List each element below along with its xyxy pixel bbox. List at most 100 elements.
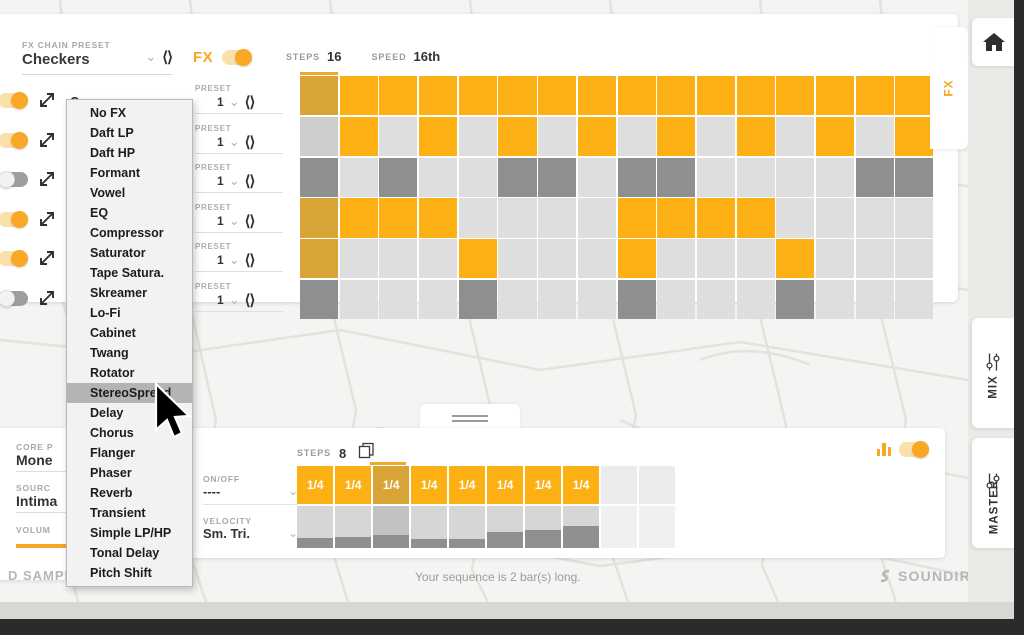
fx-tab[interactable]: FX — [930, 27, 968, 149]
grid-cell[interactable] — [340, 280, 378, 319]
seq-step-cell[interactable]: 1/4 — [563, 466, 599, 504]
prev-next-arrows[interactable]: ⟨⟩ — [245, 172, 255, 190]
velocity-cell[interactable] — [525, 506, 561, 548]
grid-cell[interactable] — [618, 239, 656, 278]
grid-cell[interactable] — [340, 198, 378, 237]
dropdown-item[interactable]: Tonal Delay — [67, 543, 192, 563]
dropdown-item[interactable]: Pitch Shift — [67, 563, 192, 583]
speed-value[interactable]: 16th — [414, 49, 441, 64]
grid-cell[interactable] — [737, 158, 775, 197]
home-button[interactable] — [972, 18, 1016, 66]
grid-cell[interactable] — [300, 158, 338, 197]
dropdown-item[interactable]: Simple LP/HP — [67, 523, 192, 543]
grid-cell[interactable] — [459, 198, 497, 237]
grid-cell[interactable] — [657, 239, 695, 278]
grid-cell[interactable] — [856, 239, 894, 278]
dropdown-item[interactable]: Formant — [67, 163, 192, 183]
fx-channel-toggle[interactable] — [0, 212, 28, 227]
grid-cell[interactable] — [379, 158, 417, 197]
dropdown-item[interactable]: No FX — [67, 103, 192, 123]
steps-value[interactable]: 16 — [327, 49, 341, 64]
grid-cell[interactable] — [776, 198, 814, 237]
grid-cell[interactable] — [737, 76, 775, 115]
grid-cell[interactable] — [697, 117, 735, 156]
seq-step-cell-empty[interactable] — [639, 466, 675, 504]
velocity-cell[interactable] — [373, 506, 409, 548]
grid-cell[interactable] — [697, 76, 735, 115]
velocity-cell[interactable] — [335, 506, 371, 548]
grid-cell[interactable] — [379, 239, 417, 278]
expand-icon[interactable] — [38, 210, 56, 228]
grid-cell[interactable] — [578, 117, 616, 156]
grid-cell[interactable] — [816, 198, 854, 237]
grid-cell[interactable] — [776, 76, 814, 115]
fx-preset-selector[interactable]: PRESET1⌄⟨⟩ — [195, 163, 285, 203]
dropdown-item[interactable]: Cabinet — [67, 323, 192, 343]
grid-cell[interactable] — [538, 239, 576, 278]
grid-cell[interactable] — [498, 280, 536, 319]
grid-cell[interactable] — [895, 158, 933, 197]
grid-cell[interactable] — [498, 158, 536, 197]
grid-cell[interactable] — [538, 76, 576, 115]
grid-cell[interactable] — [340, 76, 378, 115]
grid-cell[interactable] — [776, 117, 814, 156]
grid-cell[interactable] — [419, 158, 457, 197]
grid-cell[interactable] — [697, 280, 735, 319]
grid-cell[interactable] — [657, 117, 695, 156]
chevron-down-icon[interactable]: ⌄ — [229, 292, 240, 308]
grid-cell[interactable] — [657, 158, 695, 197]
grid-cell[interactable] — [737, 198, 775, 237]
seq-step-cell[interactable]: 1/4 — [487, 466, 523, 504]
grid-cell[interactable] — [618, 76, 656, 115]
grid-cell[interactable] — [300, 239, 338, 278]
seq-step-cell[interactable]: 1/4 — [525, 466, 561, 504]
fx-channel-toggle[interactable] — [0, 93, 28, 108]
grid-cell[interactable] — [498, 239, 536, 278]
fx-channel-toggle[interactable] — [0, 251, 28, 266]
grid-cell[interactable] — [737, 117, 775, 156]
seq-onoff-row[interactable]: 1/41/41/41/41/41/41/41/4 — [297, 466, 675, 504]
seq-grid[interactable]: 1/41/41/41/41/41/41/41/4 — [297, 466, 675, 548]
grid-cell[interactable] — [856, 76, 894, 115]
fx-channel-toggle[interactable] — [0, 172, 28, 187]
seq-step-cell[interactable]: 1/4 — [297, 466, 333, 504]
velocity-cell-empty[interactable] — [601, 506, 637, 548]
grid-cell[interactable] — [657, 76, 695, 115]
expand-icon[interactable] — [38, 170, 56, 188]
chevron-down-icon[interactable]: ⌄ — [229, 173, 240, 189]
velocity-cell[interactable] — [449, 506, 485, 548]
grid-cell[interactable] — [737, 239, 775, 278]
fx-preset-selector[interactable]: PRESET1⌄⟨⟩ — [195, 282, 285, 322]
grid-cell[interactable] — [379, 198, 417, 237]
grid-cell[interactable] — [856, 117, 894, 156]
grid-cell[interactable] — [895, 280, 933, 319]
grid-cell[interactable] — [618, 198, 656, 237]
grid-cell[interactable] — [737, 280, 775, 319]
grid-cell[interactable] — [538, 198, 576, 237]
fx-preset-selector[interactable]: PRESET1⌄⟨⟩ — [195, 242, 285, 282]
grid-cell[interactable] — [578, 280, 616, 319]
grid-cell[interactable] — [816, 239, 854, 278]
grid-cell[interactable] — [776, 280, 814, 319]
grid-cell[interactable] — [895, 198, 933, 237]
grid-cell[interactable] — [419, 280, 457, 319]
grid-cell[interactable] — [578, 198, 616, 237]
grid-cell[interactable] — [459, 158, 497, 197]
grid-cell[interactable] — [578, 239, 616, 278]
dropdown-item[interactable]: Phaser — [67, 463, 192, 483]
fx-preset-selector[interactable]: PRESET1⌄⟨⟩ — [195, 84, 285, 124]
grid-cell[interactable] — [618, 280, 656, 319]
seq-step-cell[interactable]: 1/4 — [411, 466, 447, 504]
grid-cell[interactable] — [816, 158, 854, 197]
dropdown-item[interactable]: Daft HP — [67, 143, 192, 163]
grid-cell[interactable] — [498, 76, 536, 115]
velocity-cell[interactable] — [563, 506, 599, 548]
seq-step-cell[interactable]: 1/4 — [449, 466, 485, 504]
chevron-down-icon[interactable]: ⌄ — [229, 134, 240, 150]
grid-cell[interactable] — [498, 117, 536, 156]
grid-cell[interactable] — [300, 198, 338, 237]
expand-icon[interactable] — [38, 289, 56, 307]
dropdown-item[interactable]: Daft LP — [67, 123, 192, 143]
dropdown-item[interactable]: Compressor — [67, 223, 192, 243]
grid-cell[interactable] — [538, 280, 576, 319]
